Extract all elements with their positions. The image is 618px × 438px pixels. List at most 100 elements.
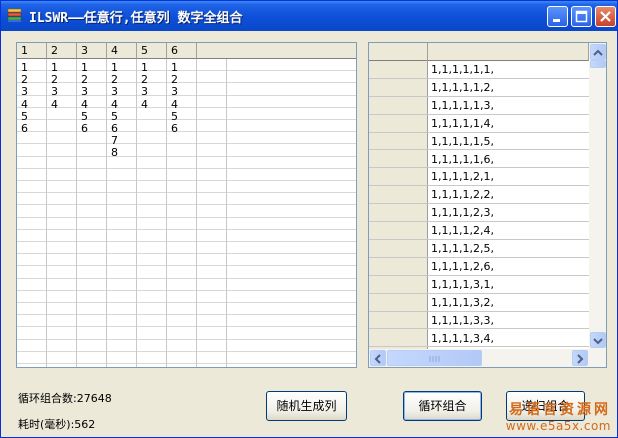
column-header-5[interactable]: 5 xyxy=(137,43,167,59)
grid-cell[interactable]: 1 xyxy=(137,62,148,74)
elapsed-label: 耗时(毫秒): xyxy=(18,418,75,431)
column-number-grid[interactable]: 1234561234561234123456123456781234123456 xyxy=(16,42,357,368)
vertical-scroll-thumb[interactable] xyxy=(590,60,606,68)
chevron-down-icon xyxy=(593,338,603,345)
result-row[interactable]: 1,1,1,1,3,2, xyxy=(369,294,589,312)
result-row[interactable]: 1,1,1,1,1,1, xyxy=(369,61,589,79)
grid-row-line xyxy=(17,289,356,291)
grid-row-line xyxy=(17,204,356,206)
grid-cell[interactable]: 4 xyxy=(137,98,148,111)
minimize-button[interactable] xyxy=(547,6,568,27)
column-header-3[interactable]: 3 xyxy=(77,43,107,59)
result-row-line xyxy=(369,346,589,348)
grid-cell[interactable]: 1 xyxy=(47,62,58,74)
grid-cell[interactable]: 7 xyxy=(107,135,118,147)
grid-row-line xyxy=(17,106,356,108)
elapsed-status: 耗时(毫秒):562 xyxy=(18,416,95,432)
maximize-button[interactable] xyxy=(571,6,592,27)
close-button[interactable] xyxy=(595,6,616,27)
result-row-text: 1,1,1,1,2,3, xyxy=(431,206,494,220)
grid-row-line xyxy=(17,241,356,242)
grid-row-line xyxy=(17,167,356,169)
result-row[interactable]: 1,1,1,1,1,3, xyxy=(369,97,589,115)
grid-row-line xyxy=(17,265,356,267)
result-row-text: 1,1,1,1,2,5, xyxy=(431,242,494,255)
result-row[interactable]: 1,1,1,1,1,2, xyxy=(369,79,589,97)
grid-cell[interactable]: 3 xyxy=(107,86,118,98)
result-row[interactable]: 1,1,1,1,2,1, xyxy=(369,168,589,187)
result-row[interactable]: 1,1,1,1,1,5, xyxy=(369,133,589,151)
random-columns-button[interactable]: 随机生成列 xyxy=(266,391,347,421)
scroll-up-button[interactable] xyxy=(590,44,606,60)
column-header-6[interactable]: 6 xyxy=(167,43,197,59)
app-window: ILSWR——任意行,任意列 数字全组合 1234561234561234123… xyxy=(0,0,618,438)
grid-cell[interactable]: 1 xyxy=(17,62,28,74)
scroll-left-button[interactable] xyxy=(370,350,386,366)
result-row[interactable]: 1,1,1,1,3,4, xyxy=(369,330,589,348)
grid-cell[interactable]: 3 xyxy=(77,86,88,98)
grid-cell[interactable]: 4 xyxy=(167,98,178,111)
result-row[interactable]: 1,1,1,1,3,1, xyxy=(369,276,589,294)
grid-row-line xyxy=(17,253,356,255)
grid-cell[interactable]: 2 xyxy=(17,74,28,86)
grid-cell[interactable]: 6 xyxy=(167,123,178,135)
title-bar[interactable]: ILSWR——任意行,任意列 数字全组合 xyxy=(1,1,617,31)
grid-cell[interactable]: 2 xyxy=(77,74,88,86)
grid-row-line xyxy=(17,314,356,316)
grid-cell[interactable]: 5 xyxy=(107,110,118,123)
grid-cell[interactable]: 3 xyxy=(17,86,28,98)
result-row[interactable]: 1,1,1,1,1,4, xyxy=(369,115,589,133)
grid-cell[interactable]: 4 xyxy=(47,98,58,111)
scroll-down-button[interactable] xyxy=(590,332,606,348)
grid-row-line xyxy=(17,94,356,96)
grid-cell[interactable]: 1 xyxy=(77,62,88,74)
result-row-text: 1,1,1,1,2,1, xyxy=(431,170,494,184)
grid-cell[interactable]: 1 xyxy=(107,62,118,74)
grid-cell[interactable]: 1 xyxy=(167,62,178,74)
result-row[interactable]: 1,1,1,1,1,6, xyxy=(369,151,589,169)
grid-cell[interactable]: 6 xyxy=(17,123,28,135)
result-row-text: 1,1,1,1,2,2, xyxy=(431,188,494,202)
combination-result-grid[interactable]: 1,1,1,1,1,1, 1,1,1,1,1,2, 1,1,1,1,1,3, 1,1,… xyxy=(368,42,607,368)
grid-cell[interactable]: 4 xyxy=(77,98,88,111)
combo-count-value: 27648 xyxy=(76,392,112,405)
close-icon xyxy=(600,11,611,22)
grid-cell[interactable]: 5 xyxy=(77,110,88,123)
grid-cell[interactable]: 3 xyxy=(167,86,178,98)
result-row[interactable]: 1,1,1,1,2,2, xyxy=(369,186,589,205)
result-row-text: 1,1,1,1,1,1, xyxy=(431,63,494,76)
grid-cell[interactable]: 8 xyxy=(107,147,118,159)
result-row-text: 1,1,1,1,2,6, xyxy=(431,259,494,273)
grid-cell[interactable]: 2 xyxy=(107,74,118,86)
column-header-2[interactable]: 2 xyxy=(47,43,77,59)
horizontal-scroll-thumb[interactable] xyxy=(387,350,482,366)
column-header-4[interactable]: 4 xyxy=(107,43,137,59)
grid-cell[interactable]: 5 xyxy=(167,110,178,123)
grid-row-line xyxy=(17,131,356,133)
grid-cell[interactable]: 2 xyxy=(167,74,178,86)
grid-row-line xyxy=(17,143,356,145)
grid-row-line xyxy=(17,228,356,230)
grid-cell[interactable]: 2 xyxy=(137,74,148,86)
grid-cell[interactable]: 6 xyxy=(107,123,118,135)
grid-row-line xyxy=(17,82,356,84)
column-header-1[interactable]: 1 xyxy=(17,43,47,59)
grid-cell[interactable]: 2 xyxy=(47,74,58,86)
grid-cell[interactable]: 3 xyxy=(137,86,148,98)
grid-cell[interactable]: 4 xyxy=(17,98,28,111)
grid-cell[interactable]: 3 xyxy=(47,86,58,98)
result-row[interactable]: 1,1,1,1,3,3, xyxy=(369,312,589,330)
loop-combination-button[interactable]: 循环组合 xyxy=(403,391,482,421)
scroll-right-button[interactable] xyxy=(572,350,588,366)
grid-cell[interactable]: 4 xyxy=(107,98,118,111)
grid-cell[interactable]: 6 xyxy=(77,123,88,135)
result-row-text: 1,1,1,1,1,2, xyxy=(431,80,494,94)
result-row[interactable]: 1,1,1,1,2,4, xyxy=(369,222,589,240)
grid-cell[interactable]: 5 xyxy=(17,110,28,123)
vertical-scrollbar[interactable] xyxy=(589,43,606,349)
combo-count-status: 循环组合数:27648 xyxy=(18,390,112,406)
result-row[interactable]: 1,1,1,1,2,6, xyxy=(369,258,589,276)
grid-column-line xyxy=(196,59,197,367)
result-row[interactable]: 1,1,1,1,2,3, xyxy=(369,204,589,223)
result-row[interactable]: 1,1,1,1,2,5, xyxy=(369,240,589,258)
